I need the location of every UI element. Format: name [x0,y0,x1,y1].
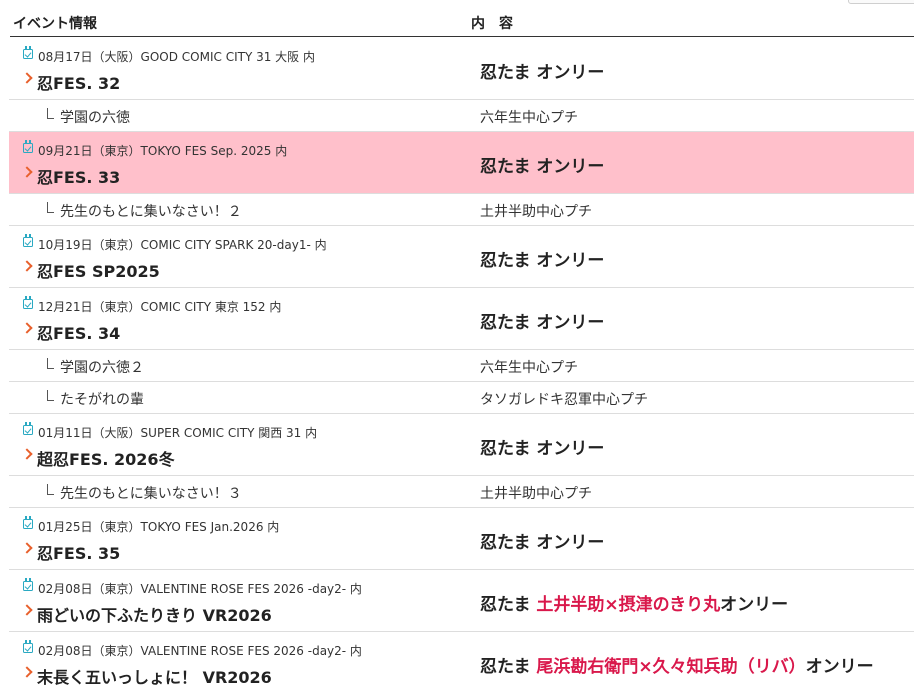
event-title-link[interactable]: 忍FES. 34 [37,320,120,344]
header-event-info: イベント情報 [13,16,97,32]
event-date: 01月11日（大阪）SUPER COMIC CITY 関西 31 内 [38,426,318,440]
chevron-right-icon [21,542,33,554]
event-content: 忍たま オンリー [480,533,605,553]
event-date: 02月08日（東京）VALENTINE ROSE FES 2026 -day2-… [38,644,362,658]
event-content: 忍たま 尾浜勘右衛門×久々知兵助（リバ）オンリー [480,652,874,677]
sub-event-title: 学園の六徳 [60,110,130,126]
pairing-text: 尾浜勘右衛門×久々知兵助（リバ） [536,657,806,677]
event-title-link[interactable]: 超忍FES. 2026冬 [37,446,175,470]
event-row-highlighted: 09月21日（東京）TOKYO FES Sep. 2025 内 忍FES. 33… [9,132,914,194]
calendar-check-icon [23,516,33,529]
event-content: 忍たま 土井半助×摂津のきり丸オンリー [480,590,788,615]
event-date: 02月08日（東京）VALENTINE ROSE FES 2026 -day2-… [38,582,362,596]
sub-event-title: 先生のもとに集いなさい！３ [60,486,242,502]
event-title-link[interactable]: 末長く五いっしょに！ VR2026 [37,664,272,688]
sub-event-row: 先生のもとに集いなさい！２ 土井半助中心プチ [9,194,914,226]
calendar-check-icon [23,640,33,653]
event-row: 10月19日（東京）COMIC CITY SPARK 20-day1- 内 忍F… [9,226,914,288]
event-row: 08月17日（大阪）GOOD COMIC CITY 31 大阪 内 忍FES. … [9,38,914,100]
event-content: 忍たま オンリー [480,63,605,83]
tree-corner-icon [47,108,54,119]
calendar-check-icon [23,422,33,435]
chevron-right-icon [21,72,33,84]
top-tab[interactable] [848,0,914,4]
calendar-check-icon [23,140,33,153]
event-title-link[interactable]: 忍FES SP2025 [37,258,160,282]
event-row: 02月08日（東京）VALENTINE ROSE FES 2026 -day2-… [9,570,914,632]
table-header: イベント情報 内 容 [10,8,914,37]
chevron-right-icon [21,260,33,272]
content-prefix: 忍たま [480,657,537,677]
tree-corner-icon [47,358,54,369]
sub-event-title: 先生のもとに集いなさい！２ [60,204,242,220]
sub-event-content: 六年生中心プチ [480,110,578,126]
event-date: 08月17日（大阪）GOOD COMIC CITY 31 大阪 内 [38,50,315,64]
pairing-text: 土井半助×摂津のきり丸 [536,595,721,615]
content-prefix: 忍たま [480,595,537,615]
sub-event-title: たそがれの輩 [60,392,144,408]
content-suffix: オンリー [720,595,789,615]
sub-event-row: たそがれの輩 タソガレドキ忍軍中心プチ [9,382,914,414]
chevron-right-icon [21,166,33,178]
sub-event-content: 六年生中心プチ [480,360,578,376]
tree-corner-icon [47,484,54,495]
event-row: 02月08日（東京）VALENTINE ROSE FES 2026 -day2-… [9,632,914,694]
event-content: 忍たま オンリー [480,313,605,333]
chevron-right-icon [21,448,33,460]
calendar-check-icon [23,296,33,309]
event-date: 01月25日（東京）TOKYO FES Jan.2026 内 [38,520,280,534]
sub-event-content: 土井半助中心プチ [480,486,592,502]
event-content: 忍たま オンリー [480,251,605,271]
calendar-check-icon [23,578,33,591]
sub-event-row: 学園の六徳２ 六年生中心プチ [9,350,914,382]
tree-corner-icon [47,390,54,401]
sub-event-row: 学園の六徳 六年生中心プチ [9,100,914,132]
event-title-link[interactable]: 雨どいの下ふたりきり VR2026 [37,602,272,626]
event-title-link[interactable]: 忍FES. 33 [37,164,120,188]
event-title-link[interactable]: 忍FES. 35 [37,540,120,564]
calendar-check-icon [23,234,33,247]
chevron-right-icon [21,604,33,616]
event-date: 12月21日（東京）COMIC CITY 東京 152 内 [38,300,282,314]
event-date: 10月19日（東京）COMIC CITY SPARK 20-day1- 内 [38,238,327,252]
content-suffix: オンリー [805,657,874,677]
event-date: 09月21日（東京）TOKYO FES Sep. 2025 内 [38,144,288,158]
sub-event-row: 先生のもとに集いなさい！３ 土井半助中心プチ [9,476,914,508]
event-list: 08月17日（大阪）GOOD COMIC CITY 31 大阪 内 忍FES. … [9,38,914,694]
event-title-link[interactable]: 忍FES. 32 [37,70,120,94]
chevron-right-icon [21,666,33,678]
header-content: 内 容 [471,16,513,32]
sub-event-content: タソガレドキ忍軍中心プチ [480,392,648,408]
event-content: 忍たま オンリー [480,157,605,177]
event-row: 12月21日（東京）COMIC CITY 東京 152 内 忍FES. 34 忍… [9,288,914,350]
sub-event-content: 土井半助中心プチ [480,204,592,220]
calendar-check-icon [23,46,33,59]
event-row: 01月11日（大阪）SUPER COMIC CITY 関西 31 内 超忍FES… [9,414,914,476]
event-row: 01月25日（東京）TOKYO FES Jan.2026 内 忍FES. 35 … [9,508,914,570]
sub-event-title: 学園の六徳２ [60,360,144,376]
chevron-right-icon [21,322,33,334]
event-content: 忍たま オンリー [480,439,605,459]
tree-corner-icon [47,202,54,213]
